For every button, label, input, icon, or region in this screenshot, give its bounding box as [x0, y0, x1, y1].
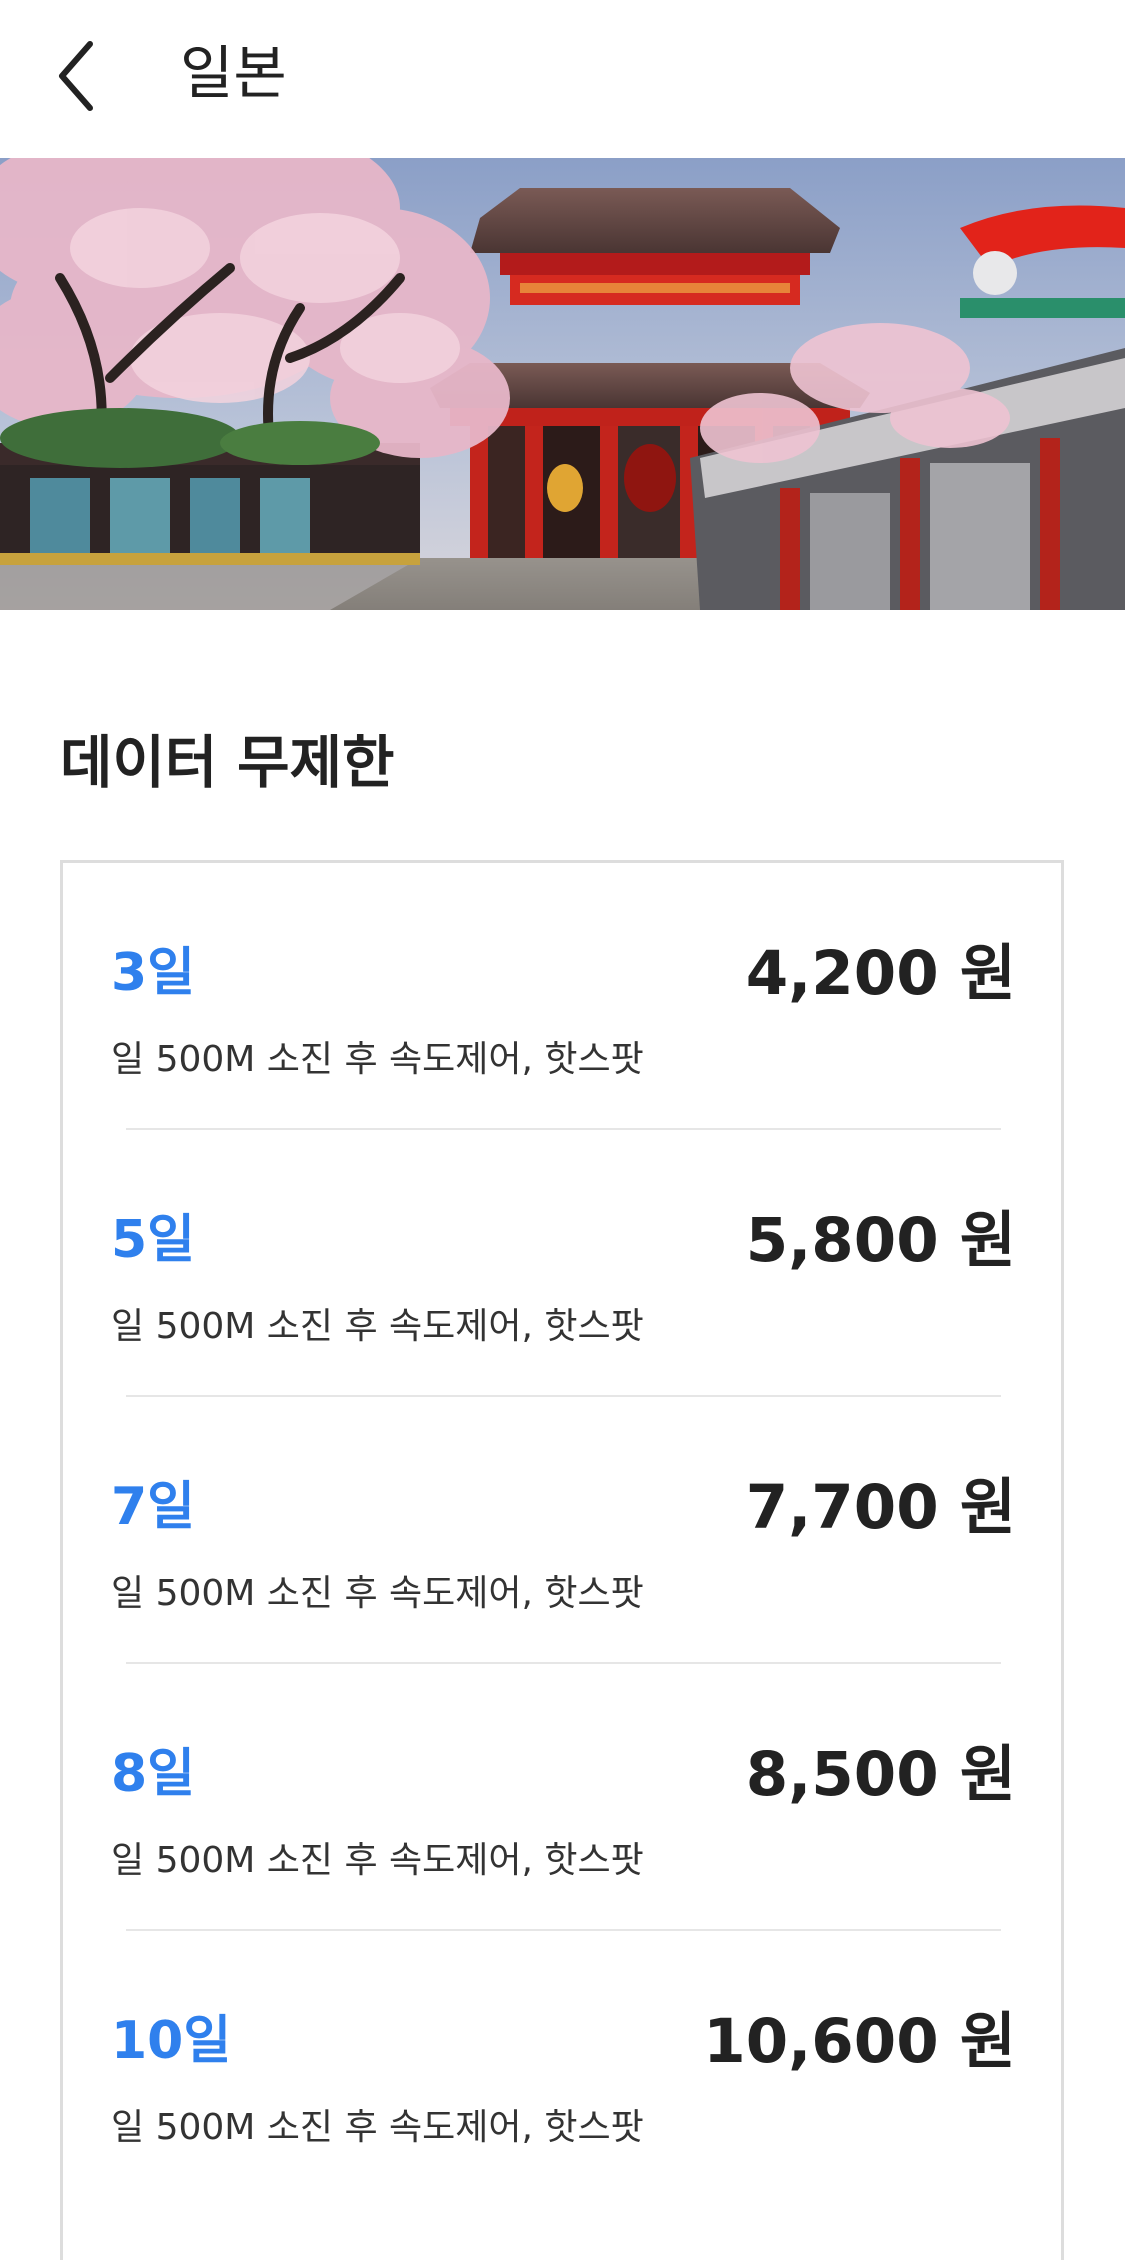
temple-illustration: [0, 158, 1125, 610]
page-title: 일본: [180, 39, 287, 107]
plan-list: 3일 4,200 원 일 500M 소진 후 속도제어, 핫스팟 5일 5,80…: [60, 860, 1064, 2260]
plan-price: 8,500 원: [745, 1739, 1016, 1810]
plan-item-8-days[interactable]: 8일 8,500 원 일 500M 소진 후 속도제어, 핫스팟: [63, 1664, 1064, 1931]
plan-price: 7,700 원: [745, 1472, 1016, 1543]
plan-price: 4,200 원: [745, 938, 1016, 1009]
plan-description: 일 500M 소진 후 속도제어, 핫스팟: [111, 1840, 644, 1881]
chevron-left-icon: [59, 41, 93, 111]
plan-item-3-days[interactable]: 3일 4,200 원 일 500M 소진 후 속도제어, 핫스팟: [63, 863, 1064, 1130]
plan-description: 일 500M 소진 후 속도제어, 핫스팟: [111, 1306, 644, 1347]
back-button[interactable]: [48, 36, 108, 116]
plan-days: 5일: [111, 1210, 196, 1270]
plan-days: 3일: [111, 943, 196, 1003]
hero-image: [0, 158, 1125, 610]
plan-description: 일 500M 소진 후 속도제어, 핫스팟: [111, 2107, 644, 2148]
plan-item-5-days[interactable]: 5일 5,800 원 일 500M 소진 후 속도제어, 핫스팟: [63, 1130, 1064, 1397]
plan-days: 10일: [111, 2011, 232, 2071]
plan-days: 7일: [111, 1477, 196, 1537]
plan-price: 10,600 원: [703, 2006, 1016, 2077]
plan-item-10-days[interactable]: 10일 10,600 원 일 500M 소진 후 속도제어, 핫스팟: [63, 1931, 1064, 2198]
plan-item-7-days[interactable]: 7일 7,700 원 일 500M 소진 후 속도제어, 핫스팟: [63, 1397, 1064, 1664]
plan-days: 8일: [111, 1744, 196, 1804]
plan-price: 5,800 원: [745, 1205, 1016, 1276]
app-header: 일본: [0, 0, 1125, 158]
plan-description: 일 500M 소진 후 속도제어, 핫스팟: [111, 1039, 644, 1080]
section-title: 데이터 무제한: [60, 730, 395, 796]
plan-description: 일 500M 소진 후 속도제어, 핫스팟: [111, 1573, 644, 1614]
